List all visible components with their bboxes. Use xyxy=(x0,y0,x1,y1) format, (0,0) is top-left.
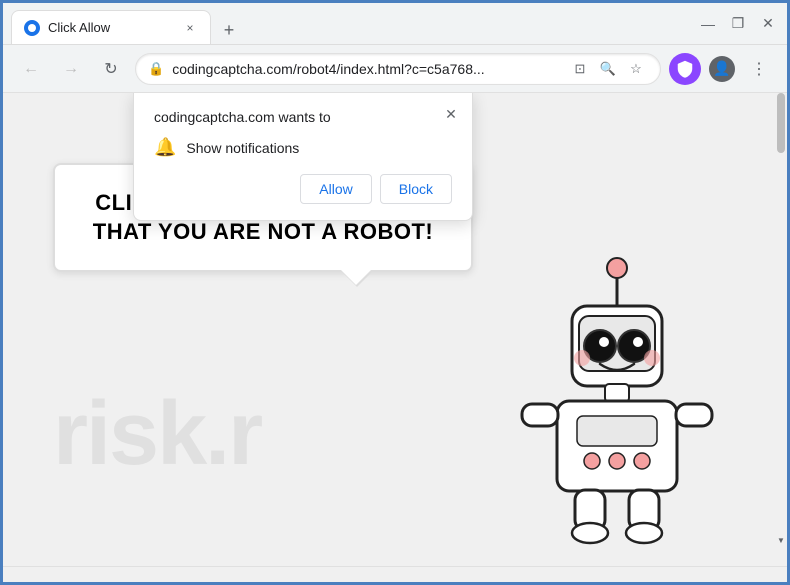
maximize-button[interactable]: ❐ xyxy=(727,13,749,35)
allow-button[interactable]: Allow xyxy=(300,174,371,204)
scrollbar[interactable]: ▼ xyxy=(775,93,787,546)
address-text: codingcaptcha.com/robot4/index.html?c=c5… xyxy=(172,61,560,77)
tab-close-button[interactable]: × xyxy=(182,20,198,36)
profile-button[interactable]: 👤 xyxy=(709,56,735,82)
nav-bar: ← → ↻ 🔒 codingcaptcha.com/robot4/index.h… xyxy=(3,45,787,93)
scrollbar-thumb[interactable] xyxy=(777,93,785,153)
more-options-button[interactable]: ⋮ xyxy=(743,53,775,85)
scrollbar-down-arrow[interactable]: ▼ xyxy=(775,534,787,546)
lock-icon: 🔒 xyxy=(148,61,164,77)
tab-title: Click Allow xyxy=(48,20,174,35)
extensions-icon[interactable]: ⊡ xyxy=(568,57,592,81)
tab-area: Click Allow × + xyxy=(11,3,685,44)
new-tab-button[interactable]: + xyxy=(215,16,243,44)
browser-tab[interactable]: Click Allow × xyxy=(11,10,211,44)
permission-popup: ✕ codingcaptcha.com wants to 🔔 Show noti… xyxy=(133,93,473,221)
popup-notification-row: 🔔 Show notifications xyxy=(154,137,452,158)
title-bar: Click Allow × + — ❐ ✕ xyxy=(3,3,787,45)
bottom-bar xyxy=(3,566,787,582)
minimize-button[interactable]: — xyxy=(697,13,719,35)
tab-favicon xyxy=(24,20,40,36)
robot-image xyxy=(507,246,727,546)
window-controls: — ❐ ✕ xyxy=(685,13,779,35)
back-button[interactable]: ← xyxy=(15,53,47,85)
watermark-text: risk.r xyxy=(53,383,261,486)
robot-svg xyxy=(507,246,727,546)
popup-buttons: Allow Block xyxy=(154,174,452,204)
close-button[interactable]: ✕ xyxy=(757,13,779,35)
refresh-button[interactable]: ↻ xyxy=(95,53,127,85)
popup-title: codingcaptcha.com wants to xyxy=(154,109,452,125)
forward-button[interactable]: → xyxy=(55,53,87,85)
address-bar[interactable]: 🔒 codingcaptcha.com/robot4/index.html?c=… xyxy=(135,53,661,85)
search-icon[interactable]: 🔍 xyxy=(596,57,620,81)
browser-window: Click Allow × + — ❐ ✕ ← → ↻ 🔒 codingcapt… xyxy=(0,0,790,585)
popup-close-button[interactable]: ✕ xyxy=(440,103,462,125)
svg-text:B: B xyxy=(683,64,690,74)
address-icons: ⊡ 🔍 ☆ xyxy=(568,57,648,81)
page-content: ✕ codingcaptcha.com wants to 🔔 Show noti… xyxy=(3,93,787,566)
block-button[interactable]: Block xyxy=(380,174,452,204)
shield-button[interactable]: B xyxy=(669,53,701,85)
popup-notification-text: Show notifications xyxy=(186,140,299,156)
bell-icon: 🔔 xyxy=(154,137,176,158)
bookmark-icon[interactable]: ☆ xyxy=(624,57,648,81)
